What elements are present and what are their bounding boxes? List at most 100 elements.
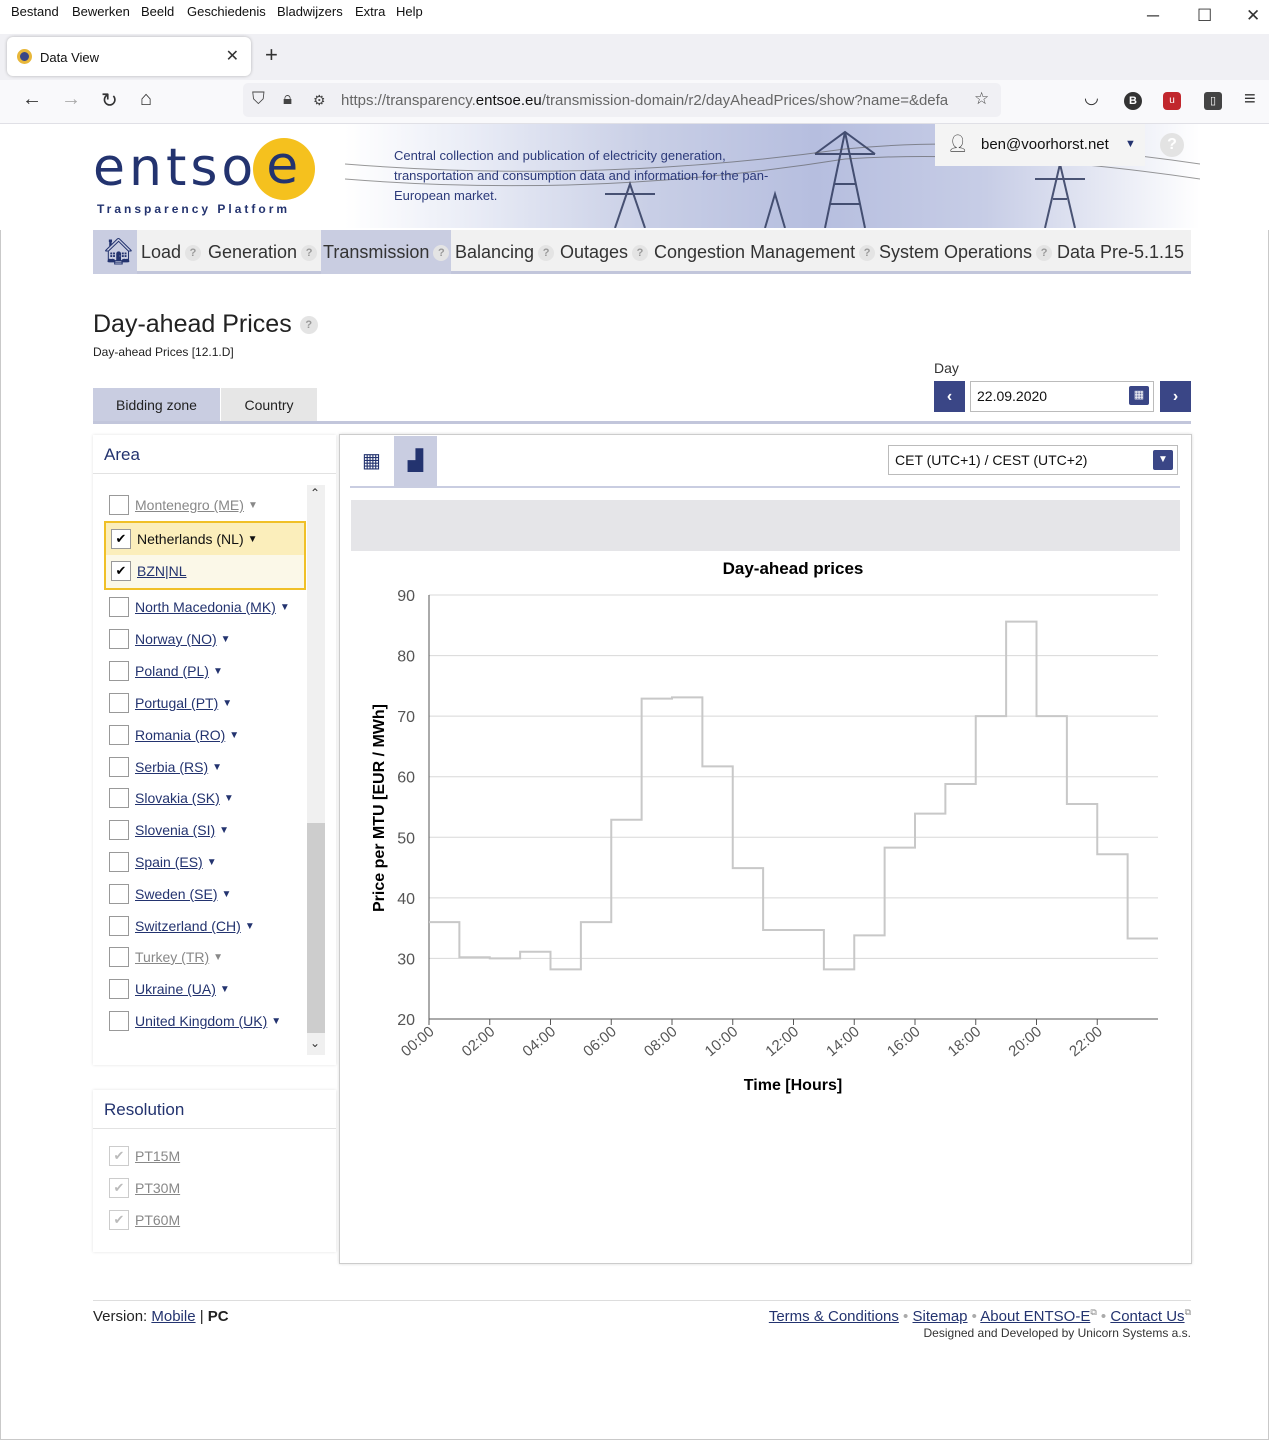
area-link[interactable]: Ukraine (UA): [135, 981, 216, 997]
checkbox[interactable]: [109, 852, 129, 872]
resolution-link[interactable]: PT60M: [135, 1212, 180, 1228]
table-view-icon[interactable]: ▦: [350, 436, 393, 486]
area-item[interactable]: Slovakia (SK) ▼: [109, 788, 234, 810]
new-tab-icon[interactable]: +: [265, 42, 278, 68]
nav-load[interactable]: Load?: [141, 230, 202, 274]
expand-icon[interactable]: ▼: [220, 984, 230, 995]
checkbox[interactable]: [109, 916, 129, 936]
forward-icon[interactable]: →: [61, 88, 81, 111]
menu-help[interactable]: Help: [396, 4, 423, 19]
expand-icon[interactable]: ▼: [221, 889, 231, 900]
chevron-down-icon[interactable]: ▼: [1153, 450, 1173, 470]
pocket-icon[interactable]: ◡: [1084, 88, 1099, 108]
browser-tab[interactable]: Data View ✕: [7, 37, 251, 76]
home-nav-button[interactable]: 🏠︎: [93, 230, 137, 274]
previous-day-button[interactable]: ‹: [934, 381, 965, 412]
close-tab-icon[interactable]: ✕: [226, 46, 239, 66]
resolution-link[interactable]: PT15M: [135, 1148, 180, 1164]
area-item[interactable]: Romania (RO) ▼: [109, 725, 239, 747]
area-item[interactable]: Poland (PL) ▼: [109, 661, 223, 683]
menu-bladwijzers[interactable]: Bladwijzers: [277, 4, 343, 19]
tab-country[interactable]: Country: [221, 388, 317, 423]
checkbox[interactable]: [109, 725, 129, 745]
extension-b-icon[interactable]: B: [1124, 92, 1142, 110]
chart-view-icon[interactable]: ▟: [394, 436, 437, 486]
area-item[interactable]: North Macedonia (MK) ▼: [109, 597, 290, 619]
resolution-link[interactable]: PT30M: [135, 1180, 180, 1196]
terms-link[interactable]: Terms & Conditions: [769, 1308, 899, 1325]
checkbox[interactable]: [109, 884, 129, 904]
checkbox[interactable]: [109, 1011, 129, 1031]
scroll-down-icon[interactable]: ⌄: [310, 1036, 320, 1050]
hamburger-menu-icon[interactable]: ≡: [1244, 88, 1256, 111]
area-link[interactable]: Portugal (PT): [135, 695, 218, 711]
calendar-icon[interactable]: ▦: [1129, 386, 1149, 405]
resolution-item[interactable]: ✔ PT30M: [109, 1178, 180, 1198]
url-text[interactable]: https://transparency.entsoe.eu/transmiss…: [341, 92, 965, 109]
menu-extra[interactable]: Extra: [355, 4, 385, 19]
area-link[interactable]: Norway (NO): [135, 631, 217, 647]
nav-congestion-management[interactable]: Congestion Management?: [654, 230, 876, 274]
home-icon[interactable]: ⌂: [140, 88, 152, 111]
area-link[interactable]: Serbia (RS): [135, 759, 208, 775]
resolution-item[interactable]: ✔ PT15M: [109, 1146, 180, 1166]
checkbox[interactable]: ✔: [111, 561, 131, 581]
nav-generation[interactable]: Generation?: [208, 230, 318, 274]
scroll-up-icon[interactable]: ⌃: [310, 486, 320, 500]
expand-icon[interactable]: ▼: [213, 666, 223, 677]
user-menu[interactable]: 👤︎ ben@voorhorst.net ▼: [935, 124, 1145, 166]
menu-beeld[interactable]: Beeld: [141, 4, 174, 19]
expand-icon[interactable]: ▼: [229, 730, 239, 741]
expand-icon[interactable]: ▼: [280, 602, 290, 613]
expand-icon[interactable]: ▼: [224, 793, 234, 804]
expand-icon[interactable]: ▼: [219, 825, 229, 836]
area-link[interactable]: Montenegro (ME): [135, 497, 244, 513]
expand-icon[interactable]: ▼: [212, 762, 222, 773]
area-link[interactable]: Romania (RO): [135, 727, 225, 743]
scrollbar-thumb[interactable]: [307, 823, 325, 1033]
area-item[interactable]: Spain (ES) ▼: [109, 852, 217, 874]
sitemap-link[interactable]: Sitemap: [912, 1308, 967, 1325]
menu-bestand[interactable]: Bestand: [11, 4, 59, 19]
contact-link[interactable]: Contact Us: [1110, 1308, 1184, 1325]
help-icon[interactable]: ?: [1160, 133, 1184, 157]
help-icon[interactable]: ?: [299, 316, 318, 335]
timezone-select[interactable]: CET (UTC+1) / CEST (UTC+2): [888, 445, 1178, 475]
area-item[interactable]: Switzerland (CH) ▼: [109, 916, 255, 938]
reload-icon[interactable]: ↻: [101, 88, 118, 113]
area-link[interactable]: Netherlands (NL): [137, 531, 244, 547]
expand-icon[interactable]: ▼: [213, 952, 223, 963]
mobile-link[interactable]: Mobile: [151, 1308, 195, 1325]
checkbox[interactable]: [109, 757, 129, 777]
checkbox[interactable]: [109, 693, 129, 713]
date-input[interactable]: 22.09.2020: [970, 381, 1154, 412]
checkbox[interactable]: [109, 788, 129, 808]
nav-transmission[interactable]: Transmission?: [321, 230, 451, 274]
minimize-icon[interactable]: ─: [1147, 6, 1159, 26]
checkbox[interactable]: ✔: [111, 529, 131, 549]
checkbox[interactable]: ✔: [109, 1210, 129, 1230]
area-link[interactable]: Turkey (TR): [135, 949, 209, 965]
area-link[interactable]: North Macedonia (MK): [135, 599, 276, 615]
ublock-icon[interactable]: u: [1163, 92, 1181, 110]
help-icon[interactable]: ?: [538, 245, 555, 262]
expand-icon[interactable]: ▼: [221, 634, 231, 645]
area-link[interactable]: BZN|NL: [137, 563, 187, 579]
area-item[interactable]: ✔ Netherlands (NL) ▼: [111, 529, 258, 551]
lock-icon[interactable]: 🔒︎: [283, 89, 292, 109]
permissions-icon[interactable]: ⚙: [313, 92, 326, 109]
nav-outages[interactable]: Outages?: [560, 230, 649, 274]
help-icon[interactable]: ?: [301, 245, 318, 262]
expand-icon[interactable]: ▼: [248, 500, 258, 511]
expand-icon[interactable]: ▼: [245, 921, 255, 932]
bitwarden-icon[interactable]: ▯: [1204, 92, 1222, 110]
next-day-button[interactable]: ›: [1160, 381, 1191, 412]
area-link[interactable]: Slovenia (SI): [135, 822, 215, 838]
area-item[interactable]: Sweden (SE) ▼: [109, 884, 231, 906]
menu-bewerken[interactable]: Bewerken: [72, 4, 130, 19]
address-bar[interactable]: ⛉ 🔒︎ ⚙ https://transparency.entsoe.eu/tr…: [243, 83, 1001, 117]
help-icon[interactable]: ?: [1036, 245, 1053, 262]
area-item[interactable]: Slovenia (SI) ▼: [109, 820, 229, 842]
area-link[interactable]: United Kingdom (UK): [135, 1013, 267, 1029]
checkbox[interactable]: [109, 661, 129, 681]
